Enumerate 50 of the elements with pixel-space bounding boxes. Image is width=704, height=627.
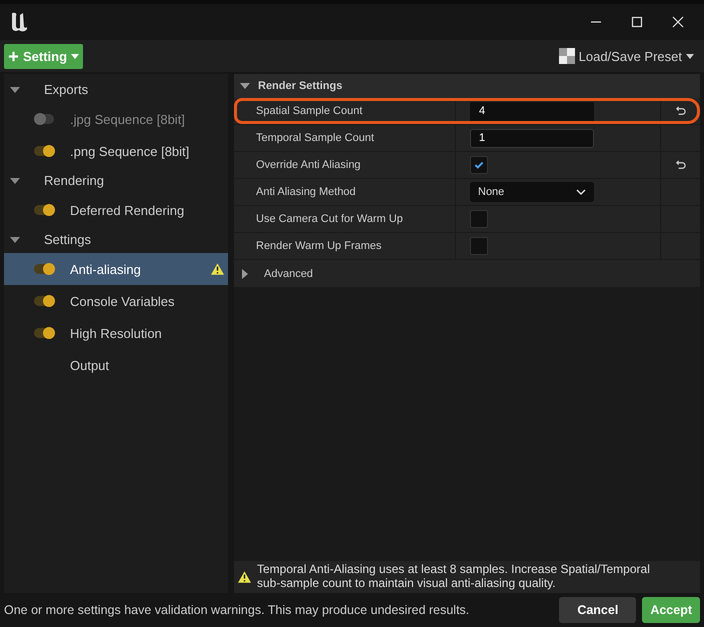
toggle-switch[interactable] [34, 114, 54, 124]
maximize-icon[interactable] [631, 16, 643, 28]
expand-arrow-icon[interactable] [10, 176, 20, 186]
warning-message: Temporal Anti-Aliasing uses at least 8 samples. Increase Spatial/Temporal sub-sample count to maintain visual anti-aliasing quality. [257, 563, 651, 591]
toggle-switch[interactable] [34, 264, 54, 274]
toggle-switch[interactable] [34, 328, 54, 338]
checkbox[interactable] [470, 210, 488, 228]
checkmark-icon [473, 159, 485, 171]
toggle-switch[interactable] [34, 146, 54, 156]
expand-arrow-icon [240, 268, 250, 278]
property-label: Override Anti Aliasing [256, 159, 361, 171]
chevron-down-icon [576, 189, 586, 195]
toggle-switch[interactable] [34, 296, 54, 306]
reset-icon[interactable] [674, 160, 687, 170]
sidebar-item[interactable]: .png Sequence [8bit] [4, 135, 228, 167]
load-save-preset-button[interactable]: Load/Save Preset [552, 48, 700, 64]
status-message: One or more settings have validation warnings. This may produce undesired results. [4, 603, 470, 617]
property-label: Anti Aliasing Method [256, 186, 356, 198]
property-label: Spatial Sample Count [256, 105, 362, 117]
category-label: Exports [44, 82, 88, 97]
category-label: Rendering [44, 173, 104, 188]
expand-arrow-icon[interactable] [10, 234, 20, 244]
toggle-switch[interactable] [34, 205, 54, 215]
caret-icon [686, 54, 694, 58]
section-header[interactable]: Advanced [234, 260, 700, 287]
close-icon[interactable] [672, 16, 684, 28]
sidebar-item[interactable]: Console Variables [4, 285, 228, 317]
category-label: Settings [44, 232, 91, 247]
plus-icon [8, 50, 19, 62]
number-field[interactable]: 4 [470, 102, 594, 120]
number-field[interactable]: 1 [470, 128, 594, 148]
caret-icon [71, 54, 80, 58]
checkerboard-icon [558, 48, 575, 64]
sidebar-item[interactable]: Anti-aliasing [4, 253, 228, 285]
dropdown[interactable]: None [470, 182, 594, 202]
cancel-button[interactable]: Cancel [559, 597, 636, 623]
property-label: Render Warm Up Frames [256, 240, 382, 252]
reset-icon[interactable] [674, 106, 687, 116]
sidebar-item[interactable]: .jpg Sequence [8bit] [4, 103, 228, 135]
property-label: Temporal Sample Count [256, 132, 374, 144]
sidebar-item[interactable]: Output [4, 349, 228, 381]
expand-arrow-icon [240, 81, 250, 91]
checkbox[interactable] [470, 156, 488, 174]
property-label: Use Camera Cut for Warm Up [256, 213, 403, 225]
section-header[interactable]: Render Settings [234, 74, 700, 98]
sidebar-item[interactable]: High Resolution [4, 317, 228, 349]
checkbox[interactable] [470, 237, 488, 255]
sidebar-item[interactable]: Deferred Rendering [4, 194, 228, 226]
warning-icon [238, 571, 251, 583]
expand-arrow-icon[interactable] [10, 84, 20, 94]
